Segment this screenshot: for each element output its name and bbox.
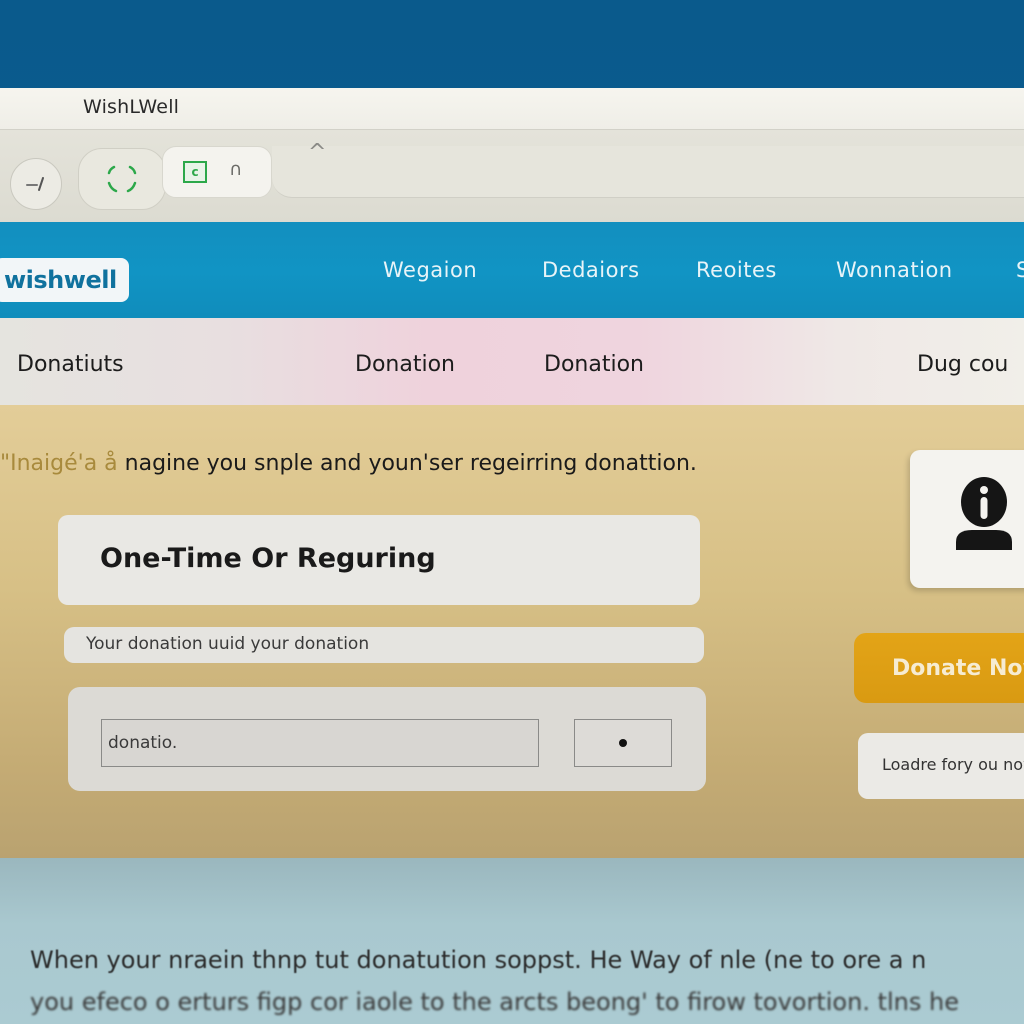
- reload-icon: [107, 165, 137, 193]
- chevron-up-icon[interactable]: ^: [308, 140, 326, 165]
- donation-type-card[interactable]: One-Time Or Reguring: [58, 515, 700, 605]
- subtabs-bar: Donatiuts Donation Donation Dug cou: [0, 318, 1024, 408]
- back-arrow-icon: [26, 177, 44, 191]
- profile-card[interactable]: [910, 450, 1024, 588]
- site-navbar: wishwell Wegaion Dedaiors Reoites Wonnat…: [0, 222, 1024, 322]
- donation-description-bar: Your donation uuid your donation: [64, 627, 704, 663]
- footer-text-line-2: you efeco o erturs figp cor iaole to the…: [30, 988, 959, 1016]
- address-bar[interactable]: [272, 146, 1024, 198]
- user-info-icon: [956, 477, 1012, 550]
- donation-type-title: One-Time Or Reguring: [100, 543, 436, 574]
- site-logo[interactable]: wishwell: [0, 258, 129, 302]
- nav-link-4[interactable]: Wonnation: [836, 258, 953, 282]
- donate-now-button[interactable]: Donate Now: [854, 633, 1024, 703]
- lock-icon: ∩: [229, 159, 243, 180]
- subtab-4[interactable]: Dug cou: [917, 352, 1008, 377]
- window-title: WishLWell: [83, 96, 180, 118]
- intro-main-text: nagine you snple and youn'ser regeirring…: [124, 451, 697, 476]
- donation-amount-input[interactable]: [101, 719, 539, 767]
- footer-section: When your nraein thnp tut donatution sop…: [0, 858, 1024, 1024]
- donation-input-card: [68, 687, 706, 791]
- main-content: "Inaigé'a å nagine you snple and youn'se…: [0, 405, 1024, 860]
- back-button[interactable]: [10, 158, 62, 210]
- browser-tab[interactable]: c ∩: [162, 146, 272, 198]
- intro-text: "Inaigé'a å nagine you snple and youn'se…: [0, 451, 697, 476]
- intro-faded-text: "Inaigé'a å: [0, 451, 125, 476]
- browser-toolbar: c ∩ ^: [0, 130, 1024, 222]
- dot-icon: [619, 739, 627, 747]
- nav-link-2[interactable]: Dedaiors: [542, 258, 640, 282]
- nav-link-5[interactable]: S: [1016, 258, 1024, 282]
- frequency-select-button[interactable]: [574, 719, 672, 767]
- subtab-3[interactable]: Donation: [544, 352, 644, 377]
- footer-text-line-1: When your nraein thnp tut donatution sop…: [30, 946, 927, 974]
- reload-button[interactable]: [78, 148, 166, 210]
- donation-note-card: Loadre fory ou now: [858, 733, 1024, 799]
- nav-link-3[interactable]: Reoites: [696, 258, 777, 282]
- window-titlebar: WishLWell: [0, 88, 1024, 130]
- subtab-1[interactable]: Donatiuts: [17, 352, 124, 377]
- subtab-2[interactable]: Donation: [355, 352, 455, 377]
- nav-link-1[interactable]: Wegaion: [383, 258, 477, 282]
- donation-note-text: Loadre fory ou now: [882, 755, 1024, 774]
- donation-description: Your donation uuid your donation: [86, 634, 370, 654]
- site-favicon-icon: c: [183, 161, 207, 183]
